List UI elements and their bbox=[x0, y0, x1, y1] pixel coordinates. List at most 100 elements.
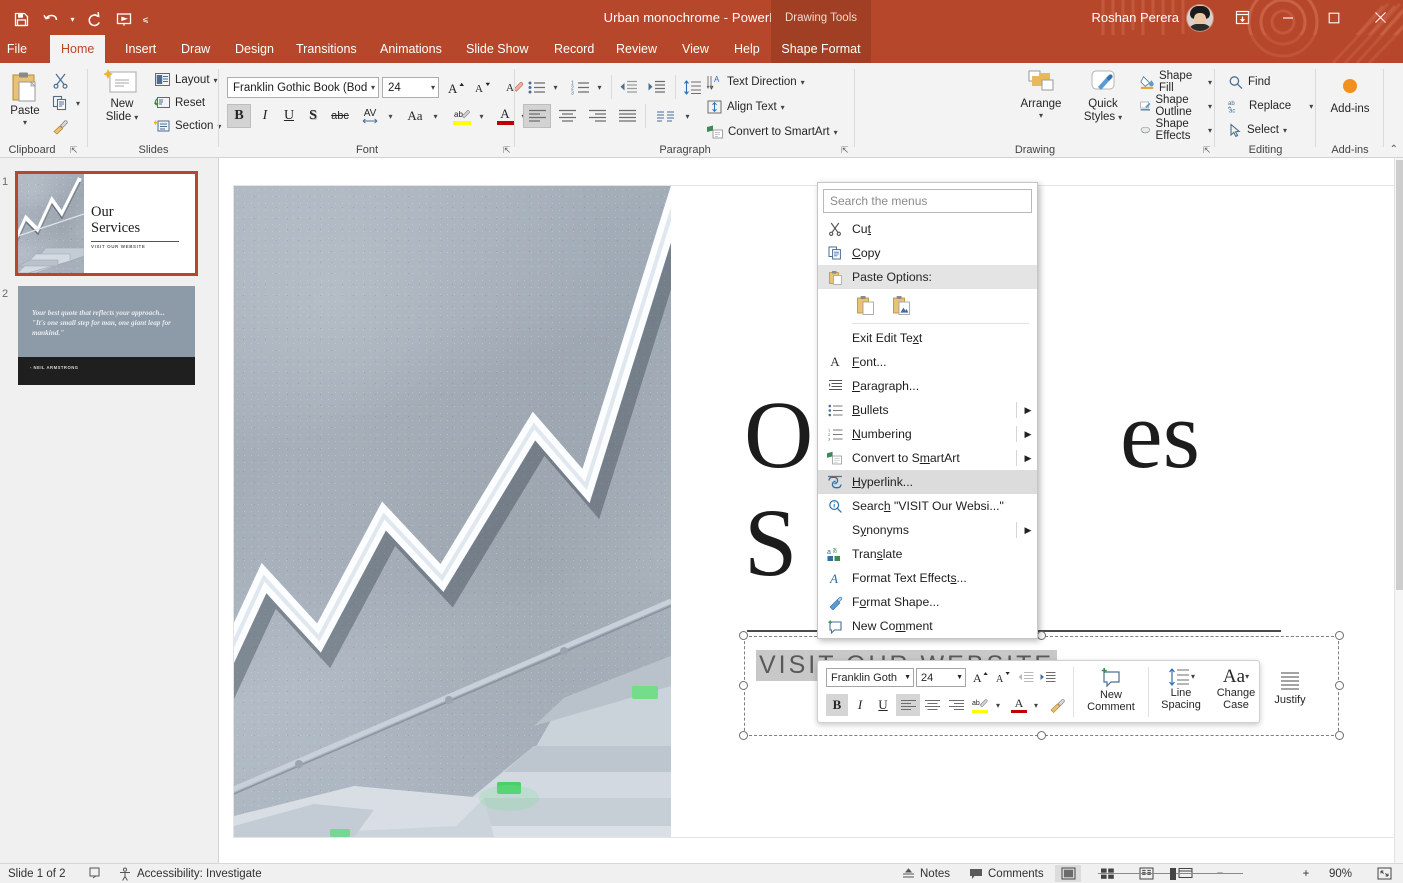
add-ins-button[interactable]: Add-ins bbox=[1322, 75, 1378, 135]
bold-button[interactable]: B bbox=[227, 104, 251, 128]
menu-item-exit-edit-text[interactable]: Exit Edit Text bbox=[818, 326, 1037, 350]
canvas-horizontal-scrollbar[interactable] bbox=[219, 845, 1394, 855]
slide-thumbnail-pane[interactable]: 1 Our Services VI bbox=[0, 158, 219, 863]
mini-increase-font-size-button[interactable]: A bbox=[969, 667, 991, 688]
section-button[interactable]: Section ▾ bbox=[151, 115, 224, 137]
quick-styles-dropdown-icon[interactable]: ▾ bbox=[1118, 113, 1122, 122]
menu-item-synonyms[interactable]: Synonyms ▶ bbox=[818, 518, 1037, 542]
shape-outline-button[interactable]: Shape Outline ▾ bbox=[1137, 95, 1215, 117]
align-right-button[interactable] bbox=[583, 104, 611, 128]
comments-button[interactable]: Comments bbox=[963, 864, 1050, 883]
mini-font-size-dropdown-icon[interactable]: ▼ bbox=[956, 674, 963, 681]
resize-handle-top-right[interactable] bbox=[1335, 631, 1344, 640]
resize-handle-bottom-left[interactable] bbox=[739, 731, 748, 740]
mini-change-case-button[interactable]: Aa ▾ Change Case bbox=[1208, 667, 1264, 719]
minimize-icon[interactable] bbox=[1265, 0, 1311, 35]
quick-styles-button[interactable]: Quick Styles ▾ bbox=[1073, 68, 1133, 138]
menu-item-copy[interactable]: Copy bbox=[818, 241, 1037, 265]
menu-item-search[interactable]: Search "VISIT Our Websi..." bbox=[818, 494, 1037, 518]
maximize-icon[interactable] bbox=[1311, 0, 1357, 35]
font-size-combobox[interactable]: 24 ▾ bbox=[382, 77, 439, 98]
fit-to-window-button[interactable] bbox=[1372, 864, 1396, 883]
thumbnail-slide-2[interactable]: 2 Your best quote that reflects your app… bbox=[0, 286, 219, 396]
undo-icon[interactable] bbox=[36, 5, 66, 33]
text-highlight-color-button[interactable]: ab bbox=[449, 104, 475, 128]
mini-font-name-combobox[interactable]: Franklin Goth ▼ bbox=[826, 668, 914, 687]
layout-button[interactable]: Layout ▾ bbox=[151, 69, 221, 91]
thumbnail-slide-1[interactable]: 1 Our Services VI bbox=[0, 174, 219, 284]
tab-slide-show[interactable]: Slide Show bbox=[455, 35, 540, 63]
menu-item-new-comment[interactable]: New Comment bbox=[818, 614, 1037, 638]
tab-view[interactable]: View bbox=[671, 35, 720, 63]
columns-dropdown-icon[interactable]: ▾ bbox=[681, 104, 694, 128]
slide-count[interactable]: Slide 1 of 2 bbox=[2, 864, 72, 883]
start-from-beginning-icon[interactable] bbox=[109, 5, 139, 33]
text-direction-dropdown-icon[interactable]: ▾ bbox=[801, 78, 805, 87]
mini-line-spacing-button[interactable]: ▾ Line Spacing bbox=[1154, 667, 1208, 719]
canvas-vertical-scrollbar[interactable] bbox=[1394, 158, 1403, 863]
paste-keep-source-formatting-icon[interactable] bbox=[854, 293, 878, 317]
select-button[interactable]: Select ▾ bbox=[1225, 119, 1290, 141]
resize-handle-middle-left[interactable] bbox=[739, 681, 748, 690]
text-direction-button[interactable]: A Text Direction ▾ bbox=[703, 71, 808, 93]
change-case-dropdown-icon[interactable]: ▾ bbox=[429, 104, 442, 128]
language-status-icon[interactable] bbox=[84, 864, 108, 883]
align-text-dropdown-icon[interactable]: ▾ bbox=[781, 103, 785, 112]
menu-item-font[interactable]: A Font... bbox=[818, 350, 1037, 374]
resize-handle-bottom-right[interactable] bbox=[1335, 731, 1344, 740]
line-spacing-button[interactable] bbox=[679, 75, 705, 99]
redo-icon[interactable] bbox=[79, 5, 109, 33]
shape-effects-dropdown-icon[interactable]: ▾ bbox=[1208, 126, 1212, 135]
change-case-button[interactable]: Aa bbox=[401, 104, 429, 128]
save-icon[interactable] bbox=[6, 5, 36, 33]
account-area[interactable]: Roshan Perera bbox=[1092, 0, 1213, 35]
strikethrough-button[interactable]: abc bbox=[326, 104, 354, 128]
shape-outline-dropdown-icon[interactable]: ▾ bbox=[1208, 102, 1212, 111]
new-slide-button[interactable]: New Slide ▾ bbox=[94, 68, 150, 138]
bullets-button[interactable] bbox=[523, 75, 549, 99]
canvas-scroll-thumb[interactable] bbox=[1396, 160, 1403, 590]
bullets-dropdown-icon[interactable]: ▾ bbox=[549, 75, 562, 99]
notes-button[interactable]: Notes bbox=[896, 864, 956, 883]
font-name-dropdown-icon[interactable]: ▾ bbox=[371, 83, 375, 92]
tab-insert[interactable]: Insert bbox=[114, 35, 167, 63]
replace-button[interactable]: abac Replace ▾ bbox=[1225, 95, 1316, 117]
tab-animations[interactable]: Animations bbox=[369, 35, 453, 63]
mini-highlight-button[interactable]: ab bbox=[968, 693, 992, 716]
mini-increase-indent-button[interactable] bbox=[1036, 667, 1058, 688]
mini-font-color-button[interactable]: A bbox=[1008, 693, 1030, 716]
avatar[interactable] bbox=[1187, 5, 1213, 31]
menu-item-translate[interactable]: aあ Translate bbox=[818, 542, 1037, 566]
mini-underline-button[interactable]: U bbox=[872, 694, 894, 716]
menu-item-convert-to-smartart[interactable]: Convert to SmartArt ▶ bbox=[818, 446, 1037, 470]
tab-home[interactable]: Home bbox=[50, 35, 105, 63]
mini-center-button[interactable] bbox=[920, 694, 944, 716]
mini-new-comment-button[interactable]: New Comment bbox=[1078, 667, 1144, 719]
justify-button[interactable] bbox=[613, 104, 641, 128]
mini-align-left-button[interactable] bbox=[896, 694, 920, 716]
mini-change-case-dropdown-icon[interactable]: ▾ bbox=[1245, 673, 1249, 682]
mini-align-right-button[interactable] bbox=[944, 694, 968, 716]
columns-button[interactable] bbox=[651, 104, 679, 128]
font-name-combobox[interactable]: Franklin Gothic Book (Bod ▾ bbox=[227, 77, 379, 98]
search-the-menus-input[interactable]: Search the menus bbox=[823, 189, 1032, 213]
mini-font-color-dropdown-icon[interactable]: ▾ bbox=[1030, 694, 1042, 716]
copy-dropdown-icon[interactable]: ▾ bbox=[72, 92, 84, 114]
mini-justify-button[interactable]: Justify bbox=[1264, 671, 1316, 719]
copy-button[interactable] bbox=[48, 92, 72, 114]
zoom-in-button[interactable]: + bbox=[1296, 864, 1316, 883]
menu-item-format-text-effects[interactable]: A Format Text Effects... bbox=[818, 566, 1037, 590]
paste-options-row[interactable] bbox=[818, 289, 1037, 321]
cut-button[interactable] bbox=[48, 69, 72, 91]
menu-item-format-shape[interactable]: Format Shape... bbox=[818, 590, 1037, 614]
tab-record[interactable]: Record bbox=[543, 35, 605, 63]
arrange-button[interactable]: Arrange ▾ bbox=[1010, 68, 1072, 138]
shape-fill-dropdown-icon[interactable]: ▾ bbox=[1208, 78, 1212, 87]
shape-effects-button[interactable]: Shape Effects ▾ bbox=[1137, 119, 1215, 141]
ribbon-display-options-icon[interactable] bbox=[1219, 0, 1265, 35]
character-spacing-button[interactable]: AV bbox=[356, 104, 384, 128]
mini-decrease-indent-button[interactable] bbox=[1014, 667, 1036, 688]
menu-item-hyperlink[interactable]: Hyperlink... bbox=[818, 470, 1037, 494]
underline-button[interactable]: U bbox=[277, 104, 301, 128]
align-left-button[interactable] bbox=[523, 104, 551, 128]
